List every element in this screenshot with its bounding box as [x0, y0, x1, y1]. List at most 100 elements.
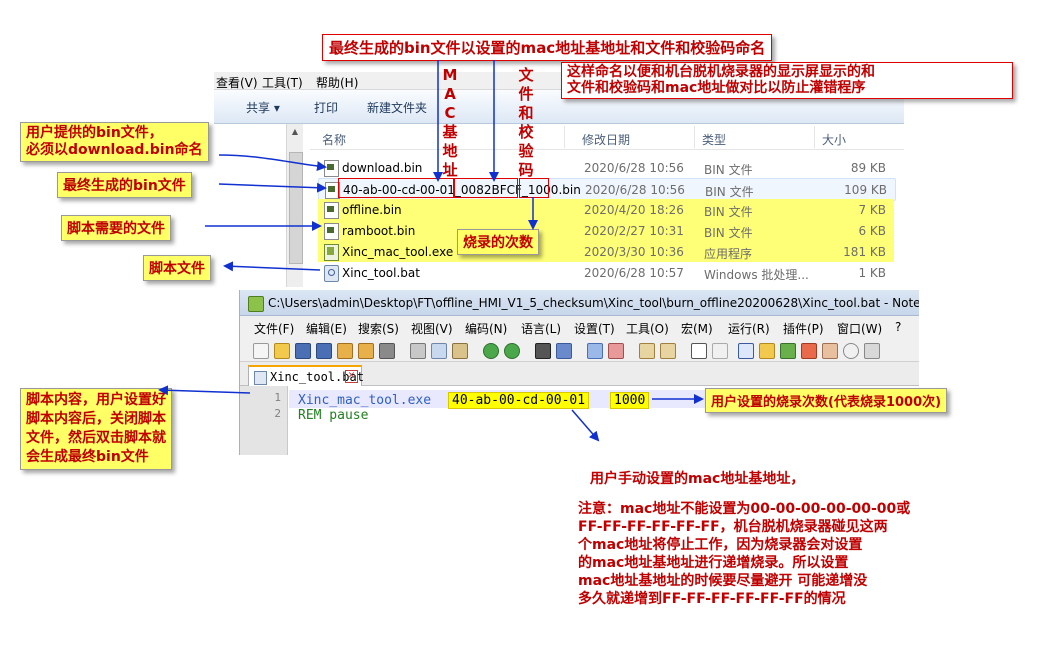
doc-map-icon[interactable]: [780, 343, 796, 359]
column-date[interactable]: 修改日期: [582, 131, 630, 148]
menu-language[interactable]: 语言(L): [521, 320, 561, 337]
file-row-download[interactable]: download.bin 2020/6/28 10:56 BIN 文件 89 K…: [318, 157, 894, 178]
file-name: ramboot.bin: [342, 224, 416, 238]
notepad-toolbar: [240, 338, 919, 362]
cut-icon[interactable]: [410, 343, 426, 359]
replace-icon[interactable]: [556, 343, 572, 359]
menu-tools[interactable]: 工具(T): [262, 74, 303, 91]
file-row-bat[interactable]: Xinc_tool.bat 2020/6/28 10:57 Windows 批处…: [318, 262, 894, 283]
notepad-title-bar: C:\Users\admin\Desktop\FT\offline_HMI_V1…: [240, 290, 919, 316]
notepad-tab-bar: Xinc_tool.bat ✕: [240, 362, 919, 386]
code-mac-argument[interactable]: 40-ab-00-cd-00-01: [448, 392, 590, 409]
line-number: 1: [274, 391, 281, 404]
column-type[interactable]: 类型: [702, 131, 726, 148]
file-size: 7 KB: [858, 203, 886, 217]
redo-icon[interactable]: [504, 343, 520, 359]
scroll-thumb[interactable]: [289, 152, 303, 264]
find-icon[interactable]: [535, 343, 551, 359]
code-count-argument[interactable]: 1000: [610, 392, 650, 409]
bin-file-icon: [324, 202, 339, 219]
mac-base-note: 用户手动设置的mac地址基地址，: [590, 471, 805, 487]
warning-line: 注意：mac地址不能设置为00-00-00-00-00-00或: [578, 501, 911, 517]
folder-workspace-icon[interactable]: [822, 343, 838, 359]
file-type: BIN 文件: [704, 205, 753, 219]
share-button[interactable]: 共享 ▾: [246, 99, 280, 116]
column-size[interactable]: 大小: [822, 131, 846, 148]
menu-help[interactable]: ?: [895, 320, 901, 334]
warning-line: 的mac地址基地址进行递增烧录。所以设置: [578, 555, 849, 571]
zoom-out-icon[interactable]: [608, 343, 624, 359]
file-date: 2020/6/28 10:56: [584, 161, 684, 175]
monitoring-icon[interactable]: [843, 343, 859, 359]
code-command[interactable]: Xinc_mac_tool.exe: [298, 393, 431, 408]
mac-base-vertical-label: MAC基地址: [442, 66, 458, 179]
naming-reason-callout: 这样命名以便和机台脱机烧录器的显示屏显示的和 文件和校验码和mac地址做对比以防…: [561, 62, 1013, 99]
file-name: download.bin: [342, 161, 423, 175]
final-bin-callout: 最终生成的bin文件: [57, 172, 192, 198]
menu-run[interactable]: 运行(R): [728, 320, 770, 337]
save-icon[interactable]: [295, 343, 311, 359]
indent-guide-icon[interactable]: [738, 343, 754, 359]
warning-line: 多久就递增到FF-FF-FF-FF-FF-FF的情况: [578, 591, 846, 607]
record-macro-icon[interactable]: [864, 343, 880, 359]
file-row-ramboot[interactable]: ramboot.bin 2020/2/27 10:31 BIN 文件 6 KB: [318, 220, 894, 241]
menu-view[interactable]: 视图(V): [411, 320, 453, 337]
menu-settings[interactable]: 设置(T): [574, 320, 615, 337]
close-icon[interactable]: [337, 343, 353, 359]
file-size: 89 KB: [850, 161, 886, 175]
sync-v-icon[interactable]: [639, 343, 655, 359]
file-size: 6 KB: [858, 224, 886, 238]
menu-plugins[interactable]: 插件(P): [783, 320, 824, 337]
code-line-2[interactable]: REM pause: [298, 408, 368, 423]
menu-encoding[interactable]: 编码(N): [465, 320, 507, 337]
script-content-line: 会生成最终bin文件: [26, 449, 149, 465]
scroll-up-icon[interactable]: ▲: [289, 126, 301, 138]
menu-search[interactable]: 搜索(S): [358, 320, 399, 337]
menu-macro[interactable]: 宏(M): [681, 320, 713, 337]
new-file-icon[interactable]: [253, 343, 269, 359]
navigation-scrollbar[interactable]: ▲: [286, 124, 303, 287]
naming-reason-line: 文件和校验码和mac地址做对比以防止灌错程序: [567, 80, 866, 96]
column-name[interactable]: 名称: [322, 131, 346, 148]
menu-file[interactable]: 文件(F): [254, 320, 294, 337]
function-list-icon[interactable]: [801, 343, 817, 359]
lang-icon[interactable]: [759, 343, 775, 359]
bat-file-icon: [324, 265, 339, 282]
bin-file-icon: [324, 223, 339, 240]
menu-tools[interactable]: 工具(O): [626, 320, 669, 337]
file-size: 109 KB: [844, 183, 887, 197]
open-file-icon[interactable]: [274, 343, 290, 359]
save-all-icon[interactable]: [316, 343, 332, 359]
close-all-icon[interactable]: [358, 343, 374, 359]
word-wrap-icon[interactable]: [691, 343, 707, 359]
zoom-in-icon[interactable]: [587, 343, 603, 359]
menu-view[interactable]: 查看(V): [216, 74, 258, 91]
warning-line: 个mac地址将停止工作，因为烧录器会对设置: [578, 537, 863, 553]
tab-xinc-tool-bat[interactable]: Xinc_tool.bat ✕: [248, 365, 364, 386]
print-icon[interactable]: [379, 343, 395, 359]
script-needed-files-callout: 脚本需要的文件: [61, 215, 171, 241]
explorer-window: 查看(V) 工具(T) 帮助(H) 共享 ▾ 打印 新建文件夹 ▲ 名称 修改日…: [214, 72, 904, 287]
line-number: 2: [274, 407, 281, 420]
paste-icon[interactable]: [452, 343, 468, 359]
file-size: 1 KB: [858, 266, 886, 280]
download-note-line: 用户提供的bin文件，: [26, 125, 163, 141]
copy-icon[interactable]: [431, 343, 447, 359]
undo-icon[interactable]: [483, 343, 499, 359]
download-bin-callout: 用户提供的bin文件， 必须以download.bin命名: [20, 122, 209, 162]
file-date: 2020/6/28 10:56: [585, 183, 685, 197]
tab-close-icon[interactable]: ✕: [345, 370, 358, 383]
line-number-gutter: 1 2: [240, 386, 288, 455]
file-list-header: 名称 修改日期 类型 大小: [310, 124, 904, 150]
print-button[interactable]: 打印: [314, 99, 338, 116]
menu-window[interactable]: 窗口(W): [837, 320, 882, 337]
show-all-chars-icon[interactable]: [712, 343, 728, 359]
new-folder-button[interactable]: 新建文件夹: [367, 99, 427, 116]
naming-rule-callout: 最终生成的bin文件以设置的mac地址基地址和文件和校验码命名: [322, 34, 773, 61]
file-type: BIN 文件: [705, 185, 754, 199]
file-row-mac-tool[interactable]: Xinc_mac_tool.exe 2020/3/30 10:36 应用程序 1…: [318, 241, 894, 262]
sync-h-icon[interactable]: [660, 343, 676, 359]
file-row-offline[interactable]: offline.bin 2020/4/20 18:26 BIN 文件 7 KB: [318, 199, 894, 220]
menu-edit[interactable]: 编辑(E): [306, 320, 347, 337]
menu-help[interactable]: 帮助(H): [316, 74, 358, 91]
